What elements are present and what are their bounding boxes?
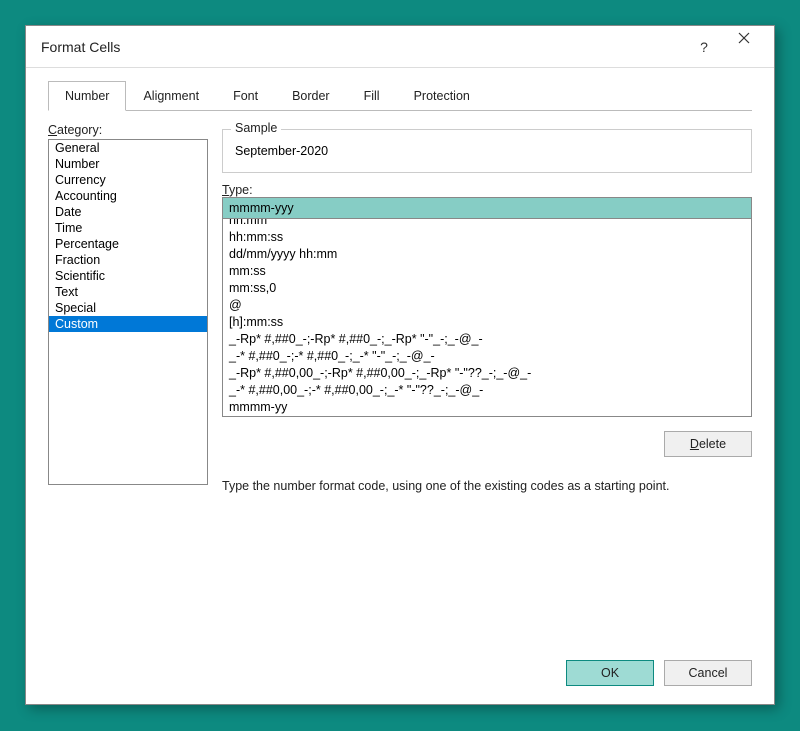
dialog-footer: OK Cancel [566,660,752,686]
close-button[interactable] [724,32,764,62]
format-code-item[interactable]: _-* #,##0_-;-* #,##0_-;_-* "-"_-;_-@_- [223,348,751,365]
category-item[interactable]: Currency [49,172,207,188]
format-code-item[interactable]: mm:ss,0 [223,280,751,297]
category-label: Category: [48,123,208,137]
delete-button[interactable]: Delete [664,431,752,457]
tab-number[interactable]: Number [48,81,126,111]
format-code-item[interactable]: _-Rp* #,##0,00_-;-Rp* #,##0,00_-;_-Rp* "… [223,365,751,382]
tab-protection[interactable]: Protection [397,81,487,111]
format-code-item[interactable]: mmmm-yy [223,399,751,416]
category-item[interactable]: General [49,140,207,156]
category-item[interactable]: Fraction [49,252,207,268]
format-code-list[interactable]: hh:mmhh:mm:ssdd/mm/yyyy hh:mmmm:ssmm:ss,… [222,219,752,417]
type-label: Type: [222,183,752,197]
close-icon [738,32,750,44]
format-code-item[interactable]: hh:mm [223,219,751,229]
format-code-item[interactable]: _-* #,##0,00_-;-* #,##0,00_-;_-* "-"??_-… [223,382,751,399]
category-item[interactable]: Number [49,156,207,172]
dialog-title: Format Cells [41,39,684,55]
dialog-body: Number Alignment Font Border Fill Protec… [26,68,774,704]
sample-value: September-2020 [233,138,741,158]
hint-text: Type the number format code, using one o… [222,479,752,493]
tab-alignment[interactable]: Alignment [126,81,216,111]
category-item[interactable]: Time [49,220,207,236]
tab-content: Category: General Number Currency Accoun… [48,111,752,493]
delete-row: Delete [222,431,752,457]
category-item[interactable]: Date [49,204,207,220]
category-item[interactable]: Accounting [49,188,207,204]
category-item[interactable]: Scientific [49,268,207,284]
help-button[interactable]: ? [684,32,724,62]
tabs: Number Alignment Font Border Fill Protec… [48,80,752,111]
ok-button[interactable]: OK [566,660,654,686]
titlebar: Format Cells ? [26,26,774,68]
category-item[interactable]: Percentage [49,236,207,252]
tab-fill[interactable]: Fill [347,81,397,111]
format-code-item[interactable]: hh:mm:ss [223,229,751,246]
tab-border[interactable]: Border [275,81,347,111]
format-code-item[interactable]: [h]:mm:ss [223,314,751,331]
tab-font[interactable]: Font [216,81,275,111]
type-input[interactable] [222,197,752,219]
sample-label: Sample [231,121,281,135]
sample-box: Sample September-2020 [222,129,752,173]
format-code-item[interactable]: _-Rp* #,##0_-;-Rp* #,##0_-;_-Rp* "-"_-;_… [223,331,751,348]
format-cells-dialog: Format Cells ? Number Alignment Font Bor… [25,25,775,705]
format-code-item[interactable]: dd/mm/yyyy hh:mm [223,246,751,263]
category-item[interactable]: Special [49,300,207,316]
category-column: Category: General Number Currency Accoun… [48,123,208,493]
category-item-selected[interactable]: Custom [49,316,207,332]
category-list[interactable]: General Number Currency Accounting Date … [48,139,208,485]
cancel-button[interactable]: Cancel [664,660,752,686]
format-code-item[interactable]: @ [223,297,751,314]
category-item[interactable]: Text [49,284,207,300]
right-column: Sample September-2020 Type: hh:mmhh:mm:s… [222,123,752,493]
format-code-item[interactable]: mm:ss [223,263,751,280]
